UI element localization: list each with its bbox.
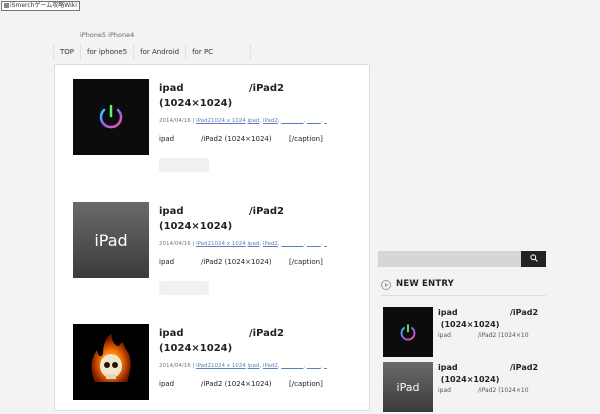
site-logo[interactable]: iSmerchゲーム攻略Wiki [1, 1, 80, 11]
tag-link[interactable]: _ [324, 363, 327, 369]
nav-item-iphone5[interactable]: for iphone5 [80, 44, 133, 60]
tag-link[interactable]: ________ [281, 241, 303, 247]
tag-link[interactable]: _____ [307, 363, 321, 369]
logo-icon [4, 3, 9, 8]
tag-link[interactable]: iPad2 [263, 241, 278, 247]
tag-link[interactable]: ipad [248, 363, 260, 369]
site-tagline: iPhone5 iPhone4 [80, 31, 135, 39]
magnifier-icon [529, 254, 538, 262]
post-excerpt: ipad/iPad2 (1024×1024) [/caption] [159, 380, 323, 388]
tag-link[interactable]: iPad2 [263, 363, 278, 369]
read-more-button[interactable] [159, 158, 209, 172]
category-link[interactable]: iPad21024 x 1024 [196, 363, 246, 369]
tag-link[interactable]: _____ [307, 241, 321, 247]
search-input[interactable] [378, 251, 521, 267]
entry-excerpt: ipad/iPad2 (1024×10 [438, 387, 529, 394]
global-nav: TOP for iphone5 for Android for PC [53, 44, 252, 60]
tag-link[interactable]: ________ [281, 118, 303, 124]
tag-link[interactable]: _____ [307, 118, 321, 124]
power-icon [400, 324, 416, 341]
arrow-circle-icon [381, 280, 391, 290]
search-form [378, 251, 546, 267]
post-thumbnail[interactable] [73, 79, 149, 155]
post-meta: 2014/04/16 | iPad21024 x 1024 ipad, iPad… [159, 118, 327, 124]
nav-item-top[interactable]: TOP [53, 44, 80, 60]
nav-item-pc[interactable]: for PC [185, 44, 252, 60]
post-title[interactable]: ipad/iPad2 (1024×1024) [159, 204, 359, 234]
nav-item-android[interactable]: for Android [133, 44, 185, 60]
post-excerpt: ipad/iPad2 (1024×1024) [/caption] [159, 258, 323, 266]
logo-text: iSmerchゲーム攻略Wiki [10, 2, 77, 9]
post-title[interactable]: ipad/iPad2 (1024×1024) [159, 81, 359, 111]
tag-link[interactable]: ipad [248, 241, 260, 247]
tag-link[interactable]: _ [324, 241, 327, 247]
tag-link[interactable]: ipad [248, 118, 260, 124]
main-content: ipad/iPad2 (1024×1024) 2014/04/16 | iPad… [54, 64, 370, 411]
new-entry-heading: NEW ENTRY [396, 279, 455, 289]
entry-title[interactable]: ipad/iPad2 (1024×1024) [438, 362, 548, 386]
post-excerpt: ipad/iPad2 (1024×1024) [/caption] [159, 135, 323, 143]
category-link[interactable]: iPad21024 x 1024 [196, 241, 246, 247]
divider [381, 295, 546, 296]
post-title[interactable]: ipad/iPad2 (1024×1024) [159, 326, 359, 356]
ipad-thumb-text: iPad [94, 230, 128, 250]
new-entry-item[interactable]: ipad/iPad2 (1024×1024) ipad/iPad2 (1024×… [383, 307, 548, 359]
post-thumbnail[interactable] [73, 324, 149, 400]
post-thumbnail[interactable]: iPad [73, 202, 149, 278]
tag-link[interactable]: ________ [281, 363, 303, 369]
read-more-button[interactable] [159, 281, 209, 295]
flaming-skull-icon [91, 334, 131, 382]
entry-title[interactable]: ipad/iPad2 (1024×1024) [438, 307, 548, 331]
power-icon [99, 104, 123, 129]
post-meta: 2014/04/16 | iPad21024 x 1024 ipad, iPad… [159, 241, 327, 247]
new-entry-item[interactable]: iPad ipad/iPad2 (1024×1024) ipad/iPad2 (… [383, 362, 548, 414]
entry-thumbnail[interactable] [383, 307, 433, 357]
category-link[interactable]: iPad21024 x 1024 [196, 118, 246, 124]
entry-thumbnail[interactable]: iPad [383, 362, 433, 412]
search-button[interactable] [521, 251, 546, 267]
ipad-thumb-text: iPad [396, 380, 420, 394]
tag-link[interactable]: iPad2 [263, 118, 278, 124]
entry-excerpt: ipad/iPad2 (1024×10 [438, 332, 529, 339]
tag-link[interactable]: _ [324, 118, 327, 124]
post-meta: 2014/04/16 | iPad21024 x 1024 ipad, iPad… [159, 363, 327, 369]
